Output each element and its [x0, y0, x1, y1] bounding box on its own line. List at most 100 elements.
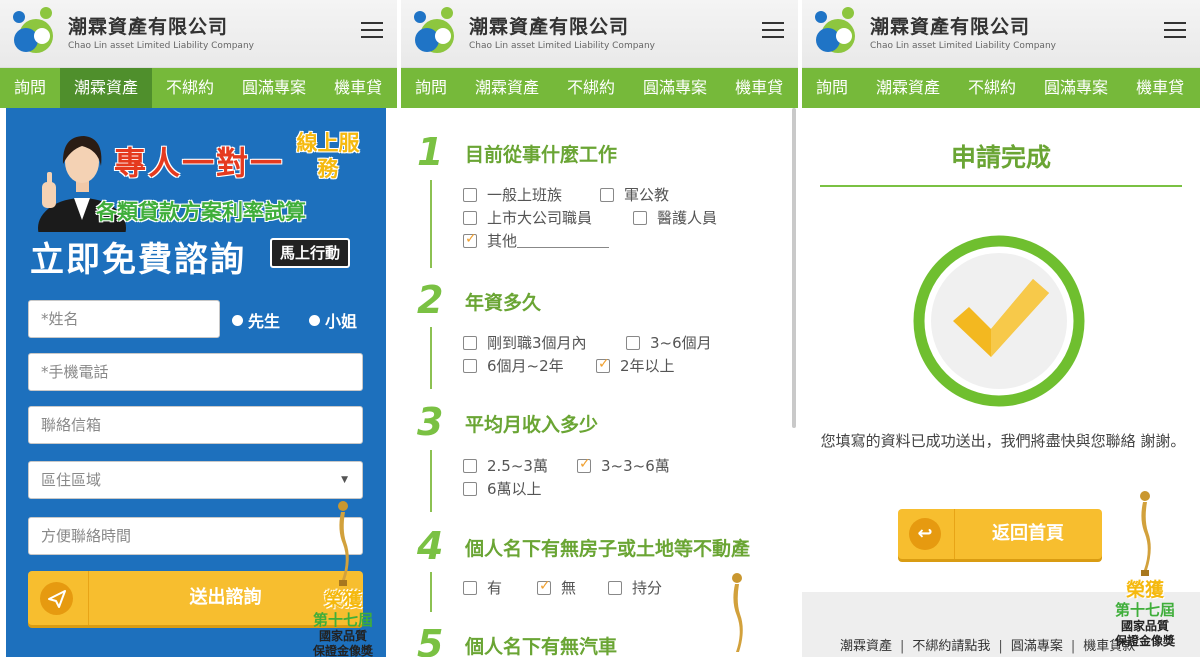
option-label: 上市大公司職員: [487, 209, 593, 227]
question-title: 個人名下有無汽車: [465, 636, 618, 657]
q4-option[interactable]: 有: [463, 577, 502, 598]
promo-banner: 專人一對一 線上服務 各類貸款方案利率試算 立即免費諮詢 馬上行動: [6, 108, 386, 288]
completion-message: 您填寫的資料已成功送出，我們將盡快與您聯絡 謝謝。: [820, 432, 1186, 450]
hamburger-menu-icon[interactable]: [762, 22, 784, 40]
q2-option[interactable]: 2年以上: [596, 355, 675, 376]
footer-links: 潮霖資產 | 不綁約請點我 | 圓滿專案 | 機車貸款: [840, 639, 1136, 654]
gender-mr-radio[interactable]: 先生: [232, 308, 280, 332]
option-label: 一般上班族: [487, 186, 563, 204]
completion-title: 申請完成: [950, 143, 1051, 172]
nav-item-inquiry[interactable]: 詢問: [401, 68, 461, 108]
question-title: 年資多久: [465, 292, 542, 314]
success-check-icon: [913, 235, 1085, 407]
site-header: 潮霖資產有限公司 Chao Lin asset Limited Liabilit…: [802, 0, 1200, 68]
q4-option[interactable]: 無: [537, 577, 576, 598]
q3-option[interactable]: 3~3~6萬: [577, 455, 670, 476]
option-label: 6萬以上: [487, 480, 542, 498]
hamburger-menu-icon[interactable]: [1164, 22, 1186, 40]
brand-block: 潮霖資產有限公司 Chao Lin asset Limited Liabilit…: [469, 12, 655, 51]
brand-english-name: Chao Lin asset Limited Liability Company: [469, 41, 655, 51]
nav-item-full-plan[interactable]: 圓滿專案: [629, 68, 721, 108]
site-header: 潮霖資產有限公司 Chao Lin asset Limited Liabilit…: [0, 0, 397, 68]
nav-item-full-plan[interactable]: 圓滿專案: [228, 68, 320, 108]
q1-option[interactable]: 軍公教: [600, 184, 669, 205]
main-nav: 詢問 潮霖資產 不綁約 圓滿專案 機車貸: [401, 68, 798, 108]
trophy-icon: [1140, 491, 1151, 576]
nav-item-scooter-loan[interactable]: 機車貸: [320, 68, 396, 108]
footer-link[interactable]: 圓滿專案: [1011, 639, 1063, 654]
brand-english-name: Chao Lin asset Limited Liability Company: [870, 41, 1056, 51]
radio-dot-icon: [232, 315, 243, 326]
nav-item-inquiry[interactable]: 詢問: [802, 68, 862, 108]
q1-option-other[interactable]: 其他: [463, 230, 610, 251]
questionnaire-panel: 潮霖資產有限公司 Chao Lin asset Limited Liabilit…: [401, 0, 798, 657]
option-label: 持分: [632, 579, 663, 597]
nav-item-inquiry[interactable]: 詢問: [0, 68, 60, 108]
nav-item-full-plan[interactable]: 圓滿專案: [1030, 68, 1122, 108]
company-logo: [13, 7, 53, 53]
completion-panel: 潮霖資產有限公司 Chao Lin asset Limited Liabilit…: [802, 0, 1200, 657]
back-home-button[interactable]: ↩ 返回首頁: [898, 509, 1102, 559]
question-rule: [430, 450, 432, 512]
q1-option[interactable]: 一般上班族: [463, 184, 562, 205]
option-label: 剛到職3個月內: [487, 334, 587, 352]
brand-block: 潮霖資產有限公司 Chao Lin asset Limited Liabilit…: [68, 12, 254, 51]
question-number: 3: [417, 400, 444, 444]
q3-option[interactable]: 2.5~3萬: [463, 455, 548, 476]
site-header: 潮霖資產有限公司 Chao Lin asset Limited Liabilit…: [401, 0, 798, 68]
q4-option[interactable]: 持分: [608, 577, 662, 598]
q1-option[interactable]: 上市大公司職員: [463, 207, 592, 228]
option-label: 3~6個月: [650, 334, 712, 352]
nav-item-no-contract[interactable]: 不綁約: [553, 68, 629, 108]
other-text-input[interactable]: [517, 234, 610, 248]
trophy-icon: [338, 501, 349, 586]
checkbox-checked-icon: [537, 578, 551, 595]
checkbox-icon: [463, 211, 477, 225]
option-label: 有: [487, 579, 503, 597]
act-now-badge[interactable]: 馬上行動: [270, 238, 351, 268]
main-nav: 詢問 潮霖資產 不綁約 圓滿專案 機車貸: [0, 68, 397, 108]
footer-link[interactable]: 不綁約請點我: [912, 639, 990, 654]
gender-ms-label: 小姐: [325, 312, 358, 331]
name-input[interactable]: *姓名: [28, 300, 220, 338]
q3-option[interactable]: 6萬以上: [463, 478, 542, 499]
checkbox-icon: [463, 482, 477, 496]
back-home-label: 返回首頁: [992, 523, 1064, 544]
region-select[interactable]: 區住區域 ▼: [28, 461, 363, 499]
award-line-2: 第十七屆: [312, 611, 373, 629]
hamburger-menu-icon[interactable]: [361, 22, 383, 40]
award-line-4: 保證金像獎: [312, 644, 373, 657]
nav-item-chaolin-asset[interactable]: 潮霖資產: [461, 68, 553, 108]
phone-input[interactable]: *手機電話: [28, 353, 363, 391]
nav-item-no-contract[interactable]: 不綁約: [152, 68, 228, 108]
q2-option[interactable]: 3~6個月: [626, 332, 712, 353]
return-arrow-icon: ↩: [909, 518, 941, 550]
question-title: 目前從事什麼工作: [465, 144, 618, 166]
quality-award-badge: 榮獲 第十七屆 國家品質 保證金像獎: [300, 500, 386, 657]
scrollbar[interactable]: [792, 108, 796, 428]
gender-ms-radio[interactable]: 小姐: [309, 308, 357, 332]
nav-item-no-contract[interactable]: 不綁約: [954, 68, 1030, 108]
question-title: 平均月收入多少: [465, 414, 599, 436]
title-divider: [820, 185, 1182, 187]
q2-option[interactable]: 剛到職3個月內: [463, 332, 587, 353]
brand-english-name: Chao Lin asset Limited Liability Company: [68, 41, 254, 51]
checkbox-checked-icon: [577, 456, 591, 473]
banner-subline: 各類貸款方案利率試算: [96, 200, 306, 224]
nav-item-chaolin-asset[interactable]: 潮霖資產: [60, 68, 153, 108]
checkbox-icon: [463, 359, 477, 373]
award-line-1: 榮獲: [1125, 579, 1164, 601]
q2-option[interactable]: 6個月~2年: [463, 355, 564, 376]
nav-item-chaolin-asset[interactable]: 潮霖資產: [862, 68, 954, 108]
option-label: 其他: [487, 232, 518, 250]
option-label: 醫護人員: [657, 209, 718, 227]
brand-block: 潮霖資產有限公司 Chao Lin asset Limited Liabilit…: [870, 12, 1056, 51]
q1-option[interactable]: 醫護人員: [633, 207, 717, 228]
company-logo: [815, 7, 855, 53]
award-line-1: 榮獲: [323, 589, 362, 611]
email-input[interactable]: 聯絡信箱: [28, 406, 363, 444]
brand-name: 潮霖資產有限公司: [870, 16, 1031, 38]
nav-item-scooter-loan[interactable]: 機車貸: [721, 68, 797, 108]
footer-link[interactable]: 潮霖資產: [840, 639, 892, 654]
nav-item-scooter-loan[interactable]: 機車貸: [1122, 68, 1198, 108]
